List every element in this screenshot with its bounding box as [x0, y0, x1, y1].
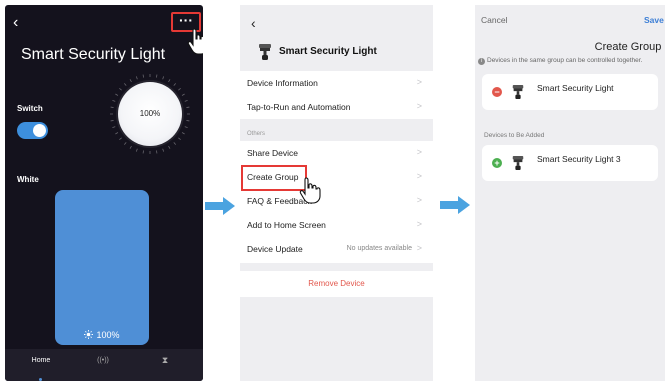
- chevron-right-icon: >: [416, 171, 422, 181]
- sun-icon: [84, 330, 94, 339]
- menu-label: Device Update: [247, 244, 303, 254]
- security-light-device-icon: [512, 156, 524, 170]
- nav-active-indicator: [39, 378, 42, 381]
- menu-tap-to-run[interactable]: Tap-to-Run and Automation >: [240, 95, 433, 119]
- dial-tick: [168, 79, 171, 83]
- dial-tick: [112, 126, 116, 129]
- chevron-right-icon: >: [416, 77, 422, 87]
- dial-tick: [178, 137, 181, 141]
- menu-share-device[interactable]: Share Device >: [240, 141, 433, 165]
- menu-faq-feedback[interactable]: FAQ & Feedback >: [240, 189, 433, 213]
- dial-tick: [119, 87, 122, 91]
- pointer-hand-icon: [299, 177, 321, 204]
- security-light-device-icon: [259, 44, 271, 60]
- menu-device-update[interactable]: Device Update No updates available >: [240, 237, 433, 261]
- dial-tick: [110, 106, 114, 108]
- dial-tick: [115, 132, 119, 135]
- menu-label: Device Information: [247, 78, 318, 88]
- add-icon[interactable]: +: [492, 158, 502, 168]
- dial-tick: [110, 120, 114, 122]
- dial-tick: [135, 76, 138, 80]
- dial-tick: [129, 145, 132, 149]
- device-name: Smart Security Light 3: [537, 154, 621, 164]
- menu-label: Share Device: [247, 148, 299, 158]
- arrow-right-icon: [440, 196, 470, 214]
- power-switch[interactable]: [17, 122, 48, 139]
- dial-tick: [186, 106, 190, 108]
- devices-to-be-added-label: Devices to Be Added: [484, 132, 545, 139]
- dial-tick: [186, 120, 190, 122]
- device-title: Smart Security Light: [21, 46, 166, 63]
- menu-add-to-home-screen[interactable]: Add to Home Screen >: [240, 213, 433, 237]
- device-control-screen: ‹ ··· Smart Security Light 100% Switch W…: [5, 5, 203, 381]
- more-icon[interactable]: ···: [179, 12, 193, 28]
- dial-tick: [123, 142, 127, 145]
- brightness-value-text: 100%: [96, 330, 120, 340]
- menu-label: Tap-to-Run and Automation: [247, 102, 351, 112]
- dial-tick: [142, 74, 144, 78]
- info-icon: i: [478, 58, 485, 65]
- chevron-right-icon: >: [416, 147, 422, 157]
- nav-home-label: Home: [31, 357, 51, 364]
- pointer-hand-icon: [187, 28, 203, 55]
- arrow-right-icon: [205, 197, 235, 215]
- info-message: Devices in the same group can be control…: [487, 57, 643, 64]
- chevron-right-icon: >: [416, 243, 422, 253]
- chevron-right-icon: >: [416, 219, 422, 229]
- security-light-device-icon: [512, 85, 524, 99]
- hourglass-icon[interactable]: ⧗: [135, 355, 195, 366]
- save-button[interactable]: Save: [644, 15, 664, 25]
- chevron-right-icon: >: [416, 101, 422, 111]
- radar-icon[interactable]: ((•)): [73, 357, 133, 364]
- dial-tick: [184, 126, 188, 129]
- device-settings-screen: ‹ Smart Security Light Device Informatio…: [240, 5, 433, 381]
- remove-icon[interactable]: −: [492, 87, 502, 97]
- dial-tick: [173, 83, 177, 86]
- info-text: i Devices in the same group can be contro…: [478, 57, 642, 65]
- settings-group-others: Share Device > Create Group > FAQ & Feed…: [240, 141, 433, 263]
- dial-tick: [178, 87, 181, 91]
- section-others: Others: [247, 131, 266, 137]
- dial-value: 100%: [139, 109, 161, 118]
- dial-tick: [156, 74, 158, 78]
- dial-tick: [123, 83, 127, 86]
- dial-tick: [162, 148, 165, 152]
- dial-tick: [162, 76, 165, 80]
- chevron-right-icon: >: [416, 195, 422, 205]
- menu-label: Add to Home Screen: [247, 220, 326, 230]
- back-icon[interactable]: ‹: [13, 14, 18, 32]
- create-group-screen: Cancel Save Create Group i Devices in the…: [475, 5, 665, 381]
- switch-label: Switch: [17, 104, 43, 113]
- dial-tick: [115, 93, 119, 96]
- dial-tick: [184, 99, 188, 102]
- dial-tick: [119, 137, 122, 141]
- white-mode-label: White: [17, 175, 39, 184]
- remove-device-button[interactable]: Remove Device: [240, 279, 433, 288]
- cancel-button[interactable]: Cancel: [481, 15, 507, 25]
- dial-tick: [173, 142, 177, 145]
- device-name: Smart Security Light: [537, 83, 614, 93]
- brightness-dial[interactable]: 100%: [118, 82, 182, 146]
- switch-knob: [33, 124, 46, 137]
- candidate-device-card: + Smart Security Light 3: [482, 145, 658, 181]
- update-status: No updates available: [346, 245, 412, 252]
- back-icon[interactable]: ‹: [251, 15, 256, 31]
- menu-device-information[interactable]: Device Information >: [240, 71, 433, 95]
- group-device-card: − Smart Security Light: [482, 74, 658, 110]
- dial-tick: [181, 132, 185, 135]
- dial-tick: [181, 93, 185, 96]
- dial-tick: [168, 145, 171, 149]
- dial-tick: [129, 79, 132, 83]
- page-title: Create Group: [594, 41, 662, 53]
- dial-tick: [156, 150, 158, 154]
- dial-tick: [135, 148, 138, 152]
- dial-tick: [142, 150, 144, 154]
- brightness-value: 100%: [55, 330, 149, 340]
- bottom-nav: Home ((•)) ⧗: [5, 349, 203, 381]
- settings-group-top: Device Information > Tap-to-Run and Auto…: [240, 71, 433, 119]
- brightness-slider[interactable]: 100%: [55, 190, 149, 345]
- device-name: Smart Security Light: [279, 46, 377, 57]
- nav-home[interactable]: Home: [11, 357, 71, 364]
- dial-tick: [112, 99, 116, 102]
